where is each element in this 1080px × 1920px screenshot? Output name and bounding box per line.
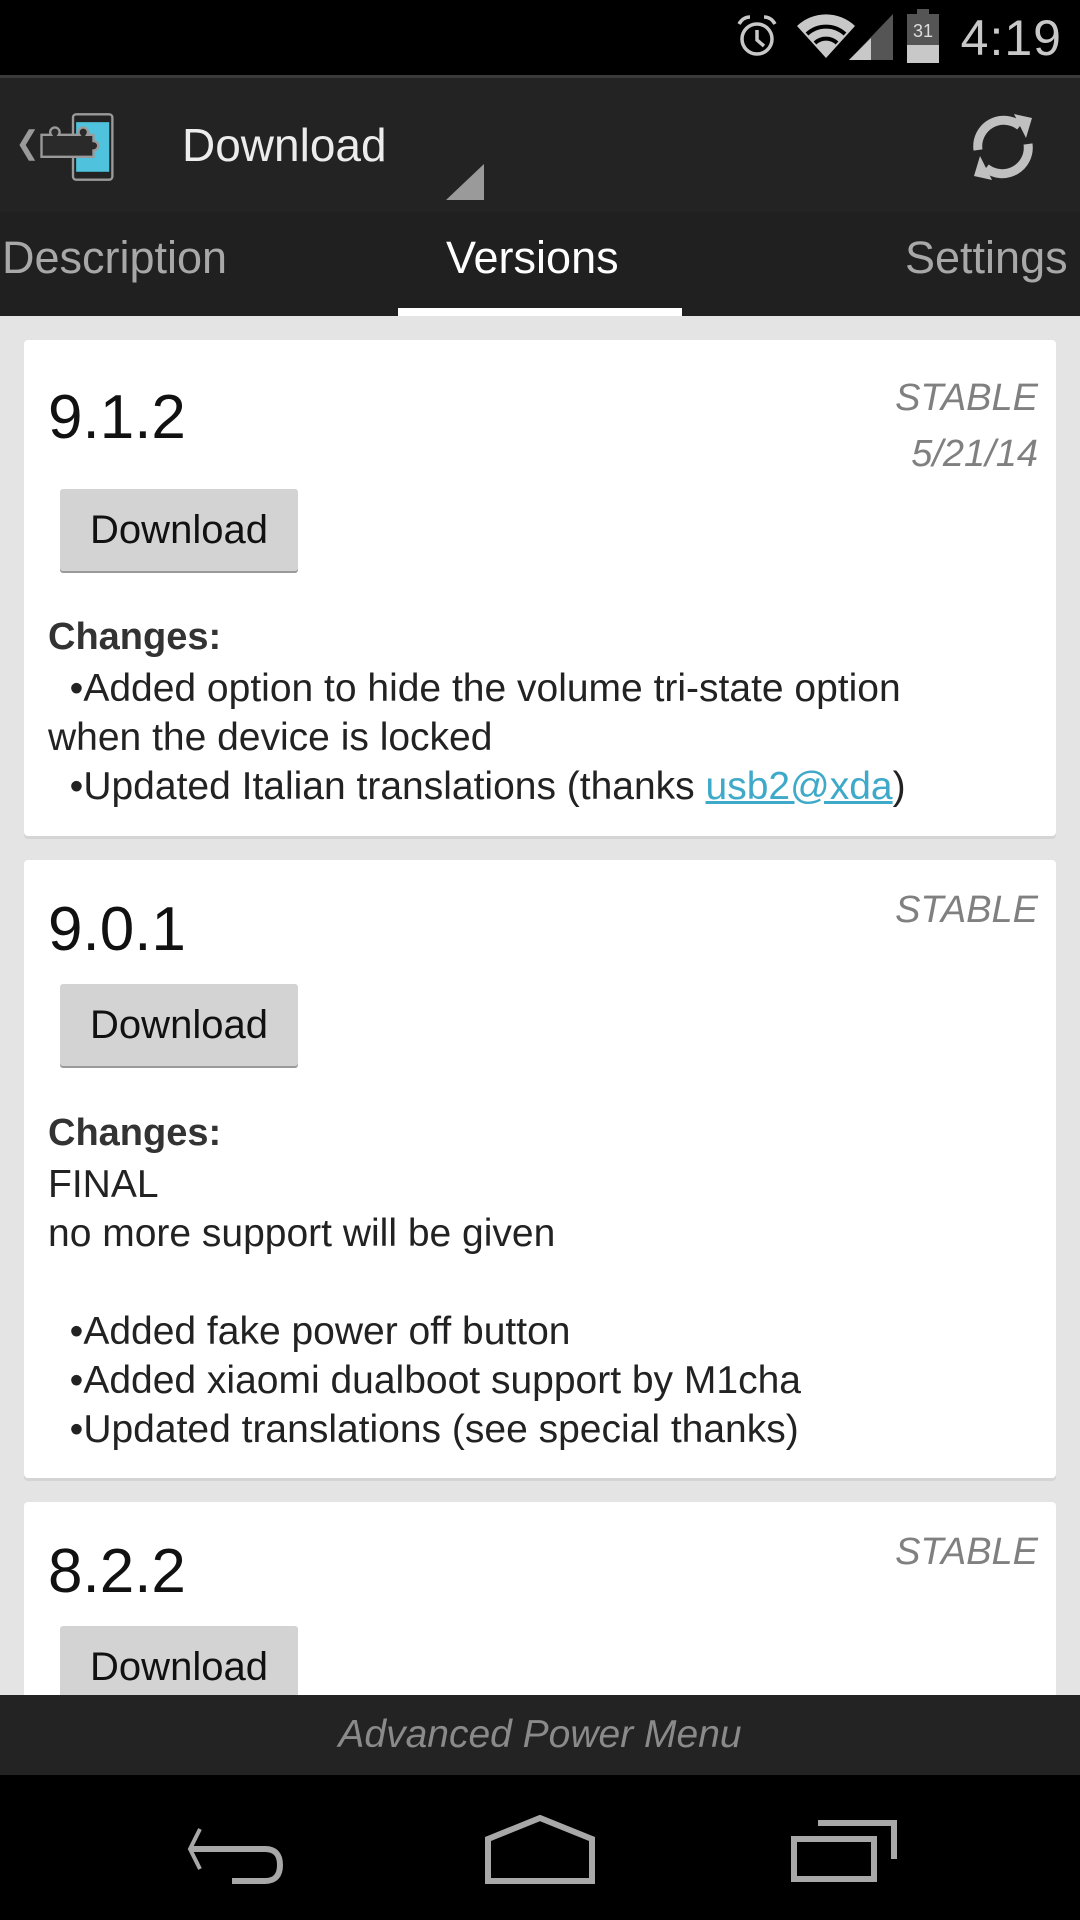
change-item: Added fake power off button xyxy=(48,1307,1032,1356)
change-note: no more support will be given xyxy=(48,1212,556,1255)
version-card: 9.0.1 STABLE Download Changes: FINAL no … xyxy=(24,860,1056,1478)
back-button[interactable] xyxy=(180,1815,300,1885)
module-name: Advanced Power Menu xyxy=(338,1713,742,1756)
download-button[interactable]: Download xyxy=(60,984,298,1066)
changes-body: Added option to hide the volume tri-stat… xyxy=(48,664,1032,811)
signal-icon xyxy=(848,12,893,65)
download-button[interactable]: Download xyxy=(60,489,298,571)
tab-versions[interactable]: Versions xyxy=(446,232,619,284)
version-meta: STABLE xyxy=(895,882,1038,938)
version-meta: STABLE 5/21/14 xyxy=(895,370,1038,482)
tab-indicator xyxy=(398,308,682,316)
tab-description[interactable]: Description xyxy=(2,232,227,284)
back-chevron-icon xyxy=(19,129,36,161)
change-item-continuation: when the device is locked xyxy=(48,716,493,759)
change-item: Added xiaomi dualboot support by M1cha xyxy=(48,1356,1032,1405)
change-text: ) xyxy=(892,765,906,808)
changes-title: Changes: xyxy=(48,616,222,658)
change-note: FINAL xyxy=(48,1163,159,1206)
spinner-dropdown-icon xyxy=(446,164,484,200)
back-icon xyxy=(187,1828,284,1884)
release-channel: STABLE xyxy=(895,889,1038,931)
change-item: Added option to hide the volume tri-stat… xyxy=(48,664,1032,713)
version-card: 8.2.2 STABLE Download xyxy=(24,1502,1056,1695)
change-item: Updated translations (see special thanks… xyxy=(48,1405,1032,1454)
changes-title: Changes: xyxy=(48,1112,222,1154)
version-card: 9.1.2 STABLE 5/21/14 Download Changes: A… xyxy=(24,340,1056,836)
version-number: 9.1.2 xyxy=(48,383,186,452)
alarm-icon xyxy=(733,12,781,65)
change-item: Updated Italian translations (thanks usb… xyxy=(48,762,1032,811)
home-button[interactable] xyxy=(480,1814,600,1885)
tab-bar: Description Versions Settings xyxy=(0,212,1080,316)
version-meta: STABLE xyxy=(895,1524,1038,1580)
navigation-bar xyxy=(0,1775,1080,1920)
home-icon xyxy=(485,1814,595,1884)
up-navigation-button[interactable] xyxy=(10,100,136,190)
change-text: Updated Italian translations (thanks xyxy=(83,765,706,808)
status-time: 4:19 xyxy=(960,10,1062,66)
refresh-icon xyxy=(973,114,1033,180)
release-channel: STABLE xyxy=(895,377,1038,419)
wifi-icon xyxy=(795,12,857,65)
refresh-button[interactable] xyxy=(962,106,1044,188)
version-number: 8.2.2 xyxy=(48,1537,186,1606)
module-name-footer: Advanced Power Menu xyxy=(0,1695,1080,1775)
download-button[interactable]: Download xyxy=(60,1626,298,1695)
contributor-link[interactable]: usb2@xda xyxy=(706,765,893,808)
action-bar: Download xyxy=(0,78,1080,212)
release-channel: STABLE xyxy=(895,1531,1038,1573)
tab-settings[interactable]: Settings xyxy=(905,232,1068,284)
recents-button[interactable] xyxy=(788,1815,908,1885)
status-bar: 31 4:19 xyxy=(0,0,1080,76)
svg-text:31: 31 xyxy=(913,21,933,41)
module-spinner[interactable]: Download xyxy=(182,118,387,172)
version-number: 9.0.1 xyxy=(48,895,186,964)
recents-icon xyxy=(791,1820,897,1882)
release-date: 5/21/14 xyxy=(911,433,1038,475)
action-title: Download xyxy=(182,119,387,171)
battery-icon: 31 xyxy=(906,8,939,68)
versions-list[interactable]: 9.1.2 STABLE 5/21/14 Download Changes: A… xyxy=(0,316,1080,1695)
changes-body: FINAL no more support will be given Adde… xyxy=(48,1160,1032,1454)
